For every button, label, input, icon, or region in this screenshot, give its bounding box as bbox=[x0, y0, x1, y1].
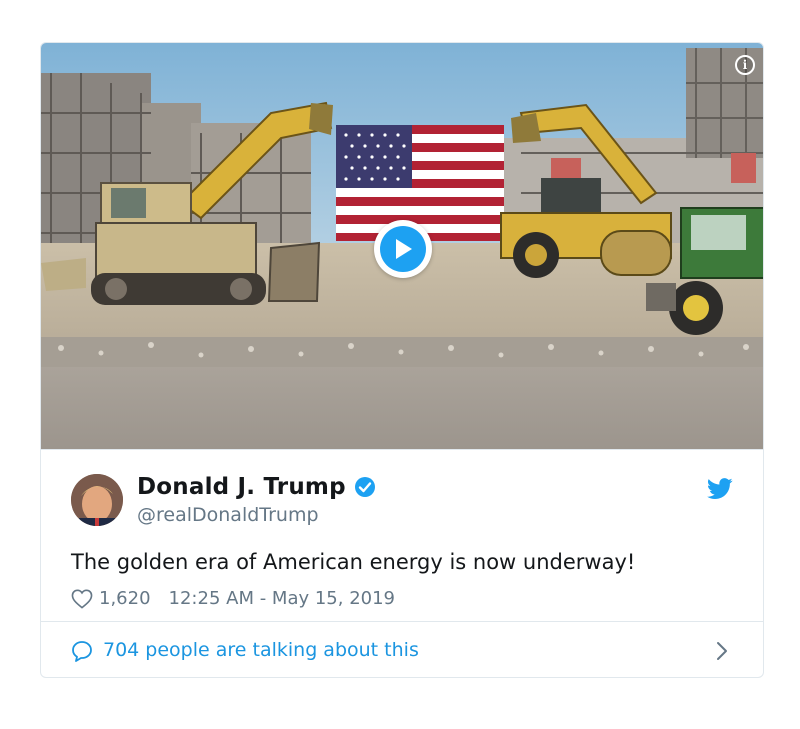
verified-badge-icon bbox=[354, 477, 375, 497]
embedded-tweet-card[interactable]: i Donald J. Trump @realDonaldTrump The g… bbox=[40, 42, 764, 678]
chevron-right-icon[interactable] bbox=[715, 640, 729, 662]
info-icon[interactable]: i bbox=[735, 55, 755, 75]
display-name[interactable]: Donald J. Trump bbox=[137, 474, 346, 500]
avatar[interactable] bbox=[71, 474, 123, 526]
video-thumbnail[interactable]: i bbox=[41, 43, 763, 449]
play-icon bbox=[380, 226, 426, 272]
handle[interactable]: @realDonaldTrump bbox=[137, 504, 319, 526]
tweet-body: Donald J. Trump @realDonaldTrump The gol… bbox=[41, 449, 763, 621]
timestamp[interactable]: 12:25 AM - May 15, 2019 bbox=[169, 588, 395, 609]
play-button[interactable] bbox=[374, 220, 432, 278]
twitter-bird-icon[interactable] bbox=[707, 478, 733, 500]
tweet-text: The golden era of American energy is now… bbox=[71, 550, 636, 574]
speech-bubble-icon bbox=[72, 641, 92, 662]
conversation-footer[interactable]: 704 people are talking about this bbox=[41, 621, 763, 677]
tweet-meta: 1,620 12:25 AM - May 15, 2019 bbox=[71, 588, 395, 609]
heart-icon[interactable] bbox=[71, 589, 93, 609]
author-row: Donald J. Trump bbox=[137, 474, 376, 500]
like-count[interactable]: 1,620 bbox=[99, 588, 151, 609]
conversation-link[interactable]: 704 people are talking about this bbox=[103, 639, 419, 661]
